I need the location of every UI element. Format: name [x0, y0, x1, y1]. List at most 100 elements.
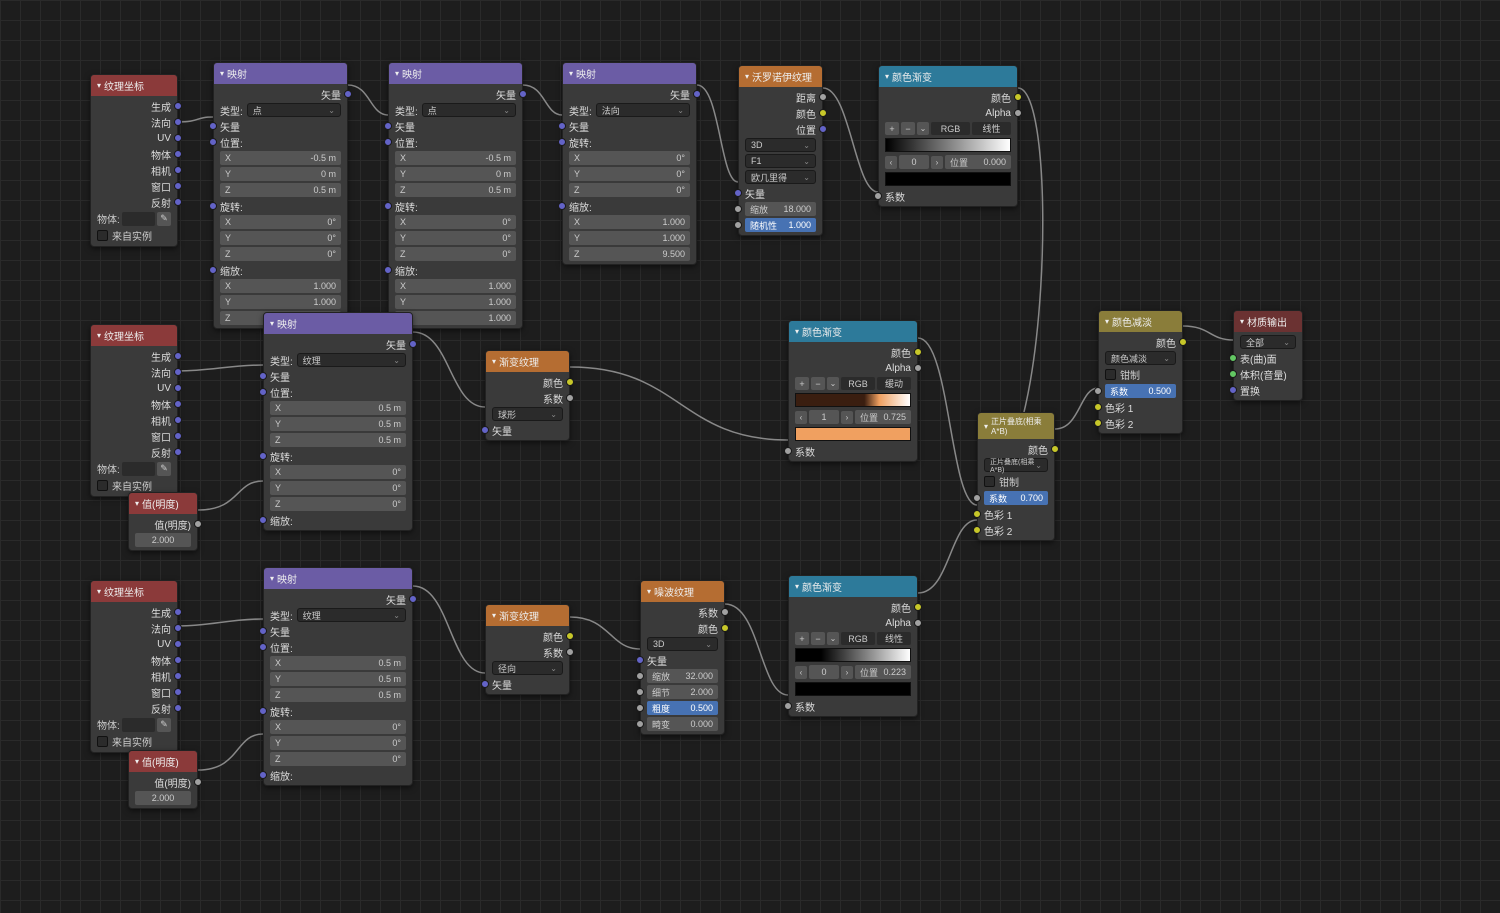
- node-value-2[interactable]: ▾值(明度) 值(明度) 2.000: [128, 750, 198, 809]
- socket-in[interactable]: [1094, 403, 1102, 411]
- socket-in[interactable]: [874, 192, 882, 200]
- stop-color-swatch[interactable]: [795, 682, 911, 696]
- node-mapping-4[interactable]: ▾映射 矢量 类型:纹理⌄ 矢量 位置: X0.5 m Y0.5 m Z0.5 …: [263, 312, 413, 531]
- node-color-ramp-1[interactable]: ▾颜色渐变 颜色 Alpha +−⌄RGB线性 ‹0›位置0.000 系数: [878, 65, 1018, 207]
- mode-dropdown[interactable]: RGB: [931, 122, 970, 135]
- detail-field[interactable]: 细节2.000: [647, 685, 718, 699]
- next-stop-button[interactable]: ›: [931, 156, 943, 169]
- value-field[interactable]: 2.000: [135, 533, 191, 547]
- scale-z[interactable]: Z9.500: [569, 247, 690, 261]
- loc-x[interactable]: X-0.5 m: [220, 151, 341, 165]
- node-header[interactable]: ▾映射: [389, 63, 522, 84]
- socket-in[interactable]: [384, 266, 392, 274]
- node-voronoi-texture[interactable]: ▾沃罗诺伊纹理 距离 颜色 位置 3D⌄ F1⌄ 欧几里得⌄ 矢量 缩放18.0…: [738, 65, 823, 236]
- node-gradient-texture-2[interactable]: ▾渐变纹理 颜色 系数 径向⌄ 矢量: [485, 604, 570, 695]
- socket-out[interactable]: [566, 378, 574, 386]
- scale-z[interactable]: Z1.000: [395, 311, 516, 325]
- socket-in[interactable]: [1229, 370, 1237, 378]
- socket-in[interactable]: [558, 122, 566, 130]
- node-noise-texture[interactable]: ▾噪波纹理 系数 颜色 3D⌄ 矢量 缩放32.000 细节2.000 粗度0.…: [640, 580, 725, 735]
- roughness-field[interactable]: 粗度0.500: [647, 701, 718, 715]
- socket-out[interactable]: [409, 340, 417, 348]
- type-dropdown[interactable]: 法向⌄: [596, 103, 690, 117]
- target-dropdown[interactable]: 全部⌄: [1240, 335, 1296, 349]
- socket-in[interactable]: [636, 656, 644, 664]
- node-mix-multiply[interactable]: ▾正片叠底(相乘 A*B) 颜色 正片叠底(相乘 A*B)⌄ 钳制 系数0.70…: [977, 412, 1055, 541]
- checkbox-from-instancer[interactable]: [97, 480, 108, 491]
- socket-in[interactable]: [384, 202, 392, 210]
- rot-z[interactable]: Z0°: [270, 752, 406, 766]
- socket-out[interactable]: [174, 704, 182, 712]
- menu-button[interactable]: ⌄: [917, 122, 929, 135]
- socket-out[interactable]: [174, 448, 182, 456]
- rot-z[interactable]: Z0°: [569, 183, 690, 197]
- type-dropdown[interactable]: 纹理⌄: [297, 353, 406, 367]
- remove-stop-button[interactable]: −: [811, 632, 825, 645]
- socket-in[interactable]: [636, 672, 644, 680]
- socket-in[interactable]: [259, 388, 267, 396]
- dim-dropdown[interactable]: 3D⌄: [647, 637, 718, 651]
- node-header[interactable]: ▾渐变纹理: [486, 351, 569, 372]
- socket-in[interactable]: [1094, 419, 1102, 427]
- socket-out[interactable]: [566, 632, 574, 640]
- rot-y[interactable]: Y0°: [270, 736, 406, 750]
- socket-out[interactable]: [174, 134, 182, 142]
- node-texture-coordinate-3[interactable]: ▾纹理坐标 生成 法向 UV 物体 相机 窗口 反射 物体:✎ 来自实例: [90, 580, 178, 753]
- rot-z[interactable]: Z0°: [270, 497, 406, 511]
- socket-in[interactable]: [1229, 354, 1237, 362]
- socket-in[interactable]: [734, 189, 742, 197]
- eyedropper-icon[interactable]: ✎: [157, 212, 171, 226]
- socket-in[interactable]: [209, 122, 217, 130]
- socket-out[interactable]: [819, 93, 827, 101]
- prev-stop-button[interactable]: ‹: [885, 156, 897, 169]
- socket-in[interactable]: [784, 447, 792, 455]
- node-material-output[interactable]: ▾材质输出 全部⌄ 表(曲)面 体积(音量) 置换: [1233, 310, 1303, 401]
- blend-dropdown[interactable]: 正片叠底(相乘 A*B)⌄: [984, 458, 1048, 472]
- socket-in[interactable]: [481, 426, 489, 434]
- socket-out[interactable]: [174, 416, 182, 424]
- rot-x[interactable]: X0°: [569, 151, 690, 165]
- stop-index[interactable]: 1: [809, 410, 839, 424]
- socket-out[interactable]: [174, 352, 182, 360]
- stop-index[interactable]: 0: [809, 665, 839, 679]
- socket-out[interactable]: [519, 90, 527, 98]
- menu-button[interactable]: ⌄: [827, 377, 839, 390]
- checkbox-from-instancer[interactable]: [97, 230, 108, 241]
- socket-out[interactable]: [174, 102, 182, 110]
- socket-in[interactable]: [259, 372, 267, 380]
- socket-in[interactable]: [259, 627, 267, 635]
- node-header[interactable]: ▾噪波纹理: [641, 581, 724, 602]
- socket-out[interactable]: [174, 432, 182, 440]
- loc-z[interactable]: Z0.5 m: [220, 183, 341, 197]
- socket-out[interactable]: [914, 348, 922, 356]
- socket-out[interactable]: [566, 648, 574, 656]
- socket-out[interactable]: [174, 166, 182, 174]
- socket-in[interactable]: [558, 138, 566, 146]
- rot-x[interactable]: X0°: [395, 215, 516, 229]
- socket-in[interactable]: [973, 526, 981, 534]
- loc-y[interactable]: Y0 m: [395, 167, 516, 181]
- socket-out[interactable]: [194, 520, 202, 528]
- socket-in[interactable]: [1094, 387, 1102, 395]
- stop-color-swatch[interactable]: [795, 427, 911, 441]
- socket-out[interactable]: [174, 384, 182, 392]
- socket-out[interactable]: [819, 125, 827, 133]
- next-stop-button[interactable]: ›: [841, 666, 853, 679]
- loc-y[interactable]: Y0.5 m: [270, 417, 406, 431]
- loc-z[interactable]: Z0.5 m: [270, 688, 406, 702]
- socket-out[interactable]: [914, 619, 922, 627]
- socket-in[interactable]: [384, 138, 392, 146]
- node-header[interactable]: ▾值(明度): [129, 751, 197, 772]
- node-header[interactable]: ▾映射: [264, 313, 412, 334]
- node-color-ramp-3[interactable]: ▾颜色渐变 颜色 Alpha +−⌄RGB线性 ‹0›位置0.223 系数: [788, 575, 918, 717]
- type-dropdown[interactable]: 点⌄: [247, 103, 341, 117]
- socket-in[interactable]: [259, 516, 267, 524]
- rot-y[interactable]: Y0°: [220, 231, 341, 245]
- rot-y[interactable]: Y0°: [270, 481, 406, 495]
- loc-x[interactable]: X0.5 m: [270, 656, 406, 670]
- fac-field[interactable]: 系数0.500: [1105, 384, 1176, 398]
- socket-in[interactable]: [558, 202, 566, 210]
- scale-x[interactable]: X1.000: [395, 279, 516, 293]
- eyedropper-icon[interactable]: ✎: [157, 718, 171, 732]
- rot-y[interactable]: Y0°: [569, 167, 690, 181]
